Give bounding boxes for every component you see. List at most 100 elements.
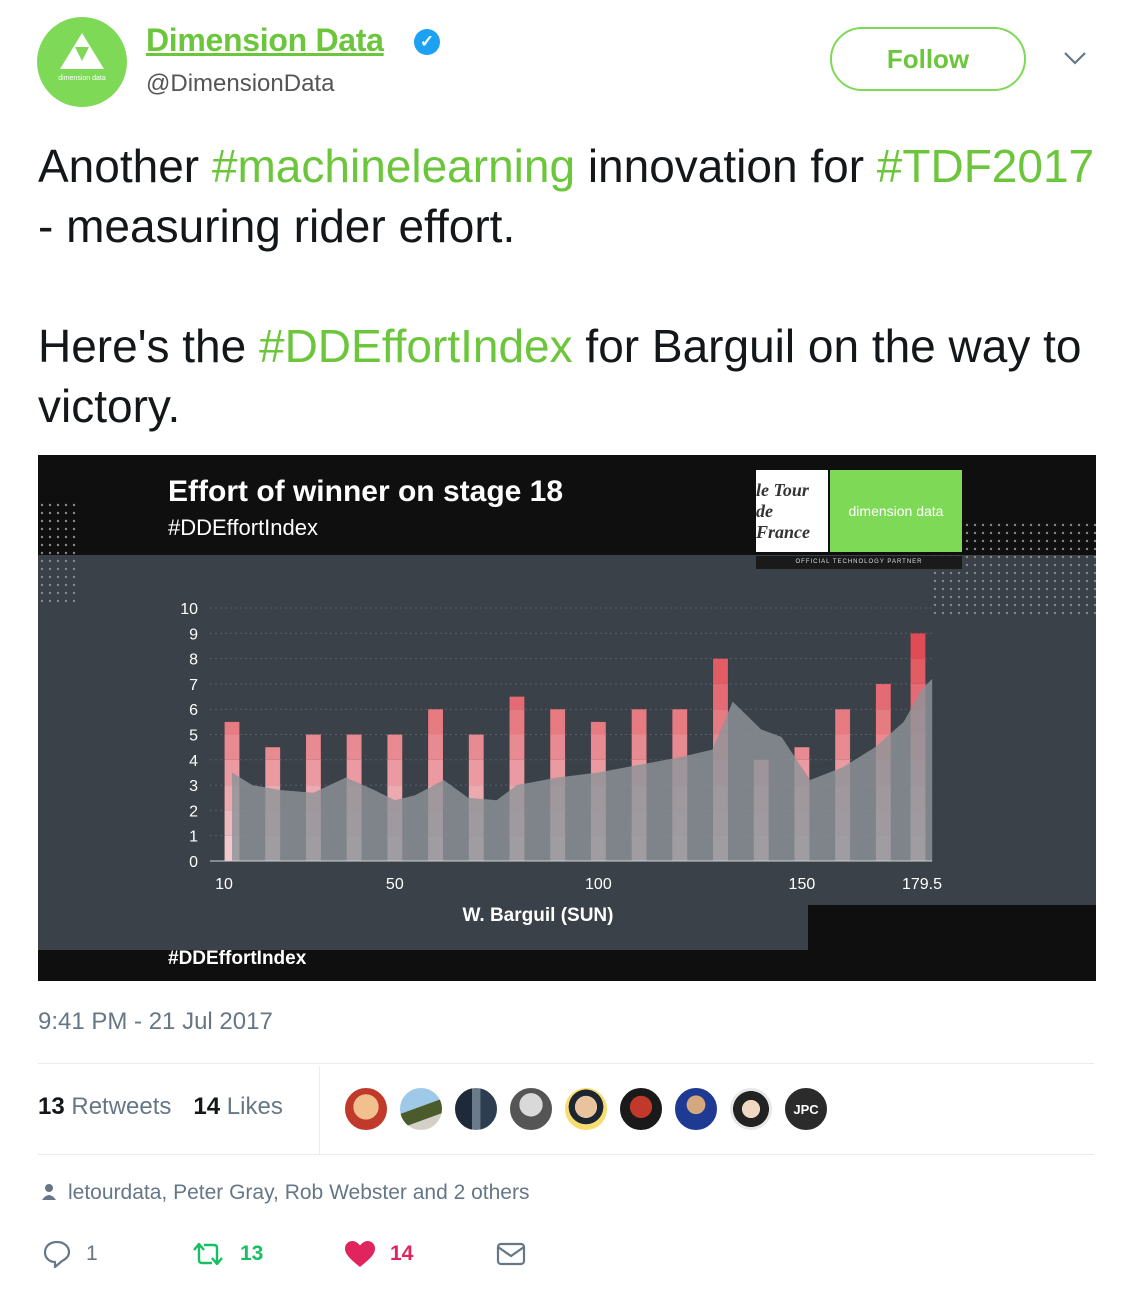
bar-segment <box>672 709 688 735</box>
bar-segment <box>387 734 403 760</box>
stats-divider <box>319 1066 320 1154</box>
y-tick-label: 4 <box>189 753 198 770</box>
bar-segment <box>305 734 321 760</box>
y-tick-label: 3 <box>189 778 198 795</box>
hashtag-link[interactable]: #DDEffortIndex <box>259 320 573 372</box>
effort-chart: 0 1 2 3 4 5 6 7 8 9 10 10 50 100 150 179.5 W. Barguil (S… <box>180 601 942 926</box>
profile-avatar[interactable]: dimension data <box>37 17 127 107</box>
media-footer: #DDEffortIndex <box>168 948 307 969</box>
like-button[interactable]: 14 <box>344 1236 413 1272</box>
y-tick-label: 10 <box>180 601 198 618</box>
dimension-data-logo-icon <box>60 33 104 69</box>
envelope-icon <box>496 1242 526 1266</box>
bar-segment <box>428 709 444 735</box>
bar-segment <box>387 759 403 786</box>
bar-segment <box>910 633 926 659</box>
like-action-count: 14 <box>390 1242 414 1265</box>
chevron-down-icon[interactable] <box>1062 48 1088 68</box>
liker-avatar[interactable] <box>453 1086 499 1132</box>
bar-segment <box>265 747 281 760</box>
hashtag-link[interactable]: #TDF2017 <box>877 140 1094 192</box>
liker-avatar-jpc[interactable]: JPC <box>783 1086 829 1132</box>
follow-button[interactable]: Follow <box>830 27 1026 91</box>
likes-label: Likes <box>226 1093 283 1120</box>
bar-segment <box>875 683 891 710</box>
retweets-label: Retweets <box>71 1093 172 1120</box>
tweet-timestamp[interactable]: 9:41 PM - 21 Jul 2017 <box>38 1008 273 1036</box>
bar-segment <box>794 747 810 760</box>
tweet-stats: 13 Retweets 14 Likes <box>38 1093 283 1121</box>
retweets-count: 13 <box>38 1093 65 1120</box>
y-tick-label: 6 <box>189 702 198 719</box>
bar-segment <box>346 734 362 760</box>
x-tick-label: 10 <box>215 876 233 893</box>
reply-button[interactable]: 1 <box>42 1236 98 1272</box>
bar-segment <box>672 734 688 760</box>
bar-segment <box>265 759 281 786</box>
effort-area <box>232 678 933 861</box>
tweet-text-segment: - measuring rider effort. <box>38 200 516 252</box>
avatar-text: dimension data <box>58 75 106 82</box>
retweets-stat[interactable]: 13 Retweets <box>38 1093 171 1120</box>
bar-segment <box>712 658 728 684</box>
x-tick-label: 179.5 <box>902 876 942 893</box>
liker-avatar[interactable] <box>343 1086 389 1132</box>
user-handle[interactable]: @DimensionData <box>146 70 334 98</box>
x-tick-label: 100 <box>585 876 612 893</box>
bar-segment <box>835 734 851 760</box>
display-name[interactable]: Dimension Data <box>146 22 384 59</box>
verified-icon: ✓ <box>414 29 440 55</box>
bar-segment <box>468 734 484 760</box>
bar-segment <box>224 721 240 735</box>
bar-segment <box>305 759 321 786</box>
y-tick-label: 2 <box>189 803 198 820</box>
y-tick-label: 8 <box>189 652 198 669</box>
bar-segment <box>875 709 891 735</box>
bar-segment <box>428 734 444 760</box>
reply-icon <box>43 1240 71 1269</box>
divider <box>38 1154 1094 1155</box>
y-tick-label: 0 <box>189 854 198 871</box>
bar-segment <box>509 759 525 786</box>
retweet-action-count: 13 <box>240 1242 264 1265</box>
bar-segment <box>224 734 240 760</box>
x-axis-label: W. Barguil (SUN) <box>463 905 614 926</box>
bar-segment <box>835 709 851 735</box>
bar-segment <box>550 734 566 760</box>
liker-avatar[interactable] <box>398 1086 444 1132</box>
divider <box>38 1063 1094 1064</box>
person-icon <box>42 1184 56 1200</box>
tweet-media[interactable]: Effort of winner on stage 18 #DDEffortIn… <box>38 455 1096 981</box>
tweet-text-segment: Here's the <box>38 320 259 372</box>
hashtag-link[interactable]: #machinelearning <box>212 140 575 192</box>
liked-by-text: letourdata, Peter Gray, Rob Webster and … <box>68 1181 530 1204</box>
bar-segment <box>631 734 647 760</box>
bar-segment <box>468 759 484 786</box>
liker-avatar[interactable] <box>508 1086 554 1132</box>
liker-avatar[interactable] <box>728 1086 774 1132</box>
reply-count: 1 <box>86 1242 98 1265</box>
y-tick-label: 9 <box>189 626 198 643</box>
bar-segment <box>509 696 525 710</box>
bar-segment <box>590 721 606 735</box>
likes-count: 14 <box>193 1093 221 1120</box>
y-tick-label: 1 <box>189 829 198 846</box>
x-tick-label: 50 <box>386 876 404 893</box>
tweet-paragraph-1: Another #machinelearning innovation for … <box>38 136 1098 256</box>
tweet-paragraph-2: Here's the #DDEffortIndex for Barguil on… <box>38 316 1098 436</box>
direct-message-button[interactable] <box>496 1236 540 1272</box>
liker-avatar[interactable] <box>673 1086 719 1132</box>
bar-segment <box>509 709 525 735</box>
likes-stat[interactable]: 14 Likes <box>193 1093 282 1120</box>
bar-segment <box>428 759 444 786</box>
retweet-button[interactable]: 13 <box>190 1236 263 1272</box>
retweet-icon <box>193 1242 223 1266</box>
heart-icon <box>345 1241 375 1267</box>
bar-segment <box>509 734 525 760</box>
bar-segment <box>712 683 728 710</box>
liked-by[interactable]: letourdata, Peter Gray, Rob Webster and … <box>42 1181 529 1205</box>
y-tick-label: 7 <box>189 677 198 694</box>
liker-avatar[interactable] <box>563 1086 609 1132</box>
tweet-text-segment: Another <box>38 140 212 192</box>
liker-avatar[interactable] <box>618 1086 664 1132</box>
